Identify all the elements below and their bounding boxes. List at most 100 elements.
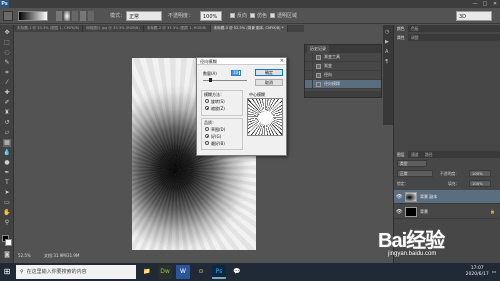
- layer-kind-filter[interactable]: 类型: [397, 160, 427, 167]
- quick-mask-icon[interactable]: ◙: [3, 251, 11, 259]
- eye-icon[interactable]: 👁: [396, 209, 403, 215]
- actions-panel-icon[interactable]: ▶: [385, 39, 391, 45]
- dodge-tool-icon[interactable]: ●: [3, 159, 11, 167]
- history-brush-slot[interactable]: [305, 79, 313, 89]
- zoom-level[interactable]: 52.5%: [18, 253, 31, 258]
- amount-slider-thumb[interactable]: [209, 78, 212, 82]
- taskbar-search-box[interactable]: ⚲ 在这里输入你要搜索的内容: [16, 265, 136, 279]
- layer-row[interactable]: 👁 背景 🔒: [394, 205, 500, 219]
- linear-gradient-icon[interactable]: [56, 11, 62, 21]
- best-radio[interactable]: [205, 141, 209, 145]
- good-radio[interactable]: [205, 134, 209, 138]
- dialog-close-icon[interactable]: ×: [280, 58, 284, 64]
- spin-radio[interactable]: [205, 99, 209, 103]
- maximize-button[interactable]: □: [480, 0, 490, 8]
- quick-select-tool-icon[interactable]: ✎: [3, 59, 11, 67]
- history-brush-tool-icon[interactable]: ↺: [3, 119, 11, 127]
- path-select-tool-icon[interactable]: ➤: [3, 189, 11, 197]
- window-controls: — □ ✕: [470, 0, 500, 8]
- gradient-tool-icon[interactable]: ▦: [3, 139, 11, 147]
- eyedropper-tool-icon[interactable]: ⁄: [3, 79, 11, 87]
- dreamweaver-icon[interactable]: Dw: [158, 265, 172, 279]
- chrome-icon[interactable]: ⊙: [194, 265, 208, 279]
- tab-color[interactable]: 颜色: [394, 25, 408, 32]
- blur-tool-icon[interactable]: 💧: [3, 149, 11, 157]
- tab-document-4[interactable]: 未标题-3 @ 52.5% (背景 副本, CMYK/8) *: [210, 25, 288, 32]
- amount-label: 数量(A): [203, 71, 217, 76]
- layer-name: 背景: [420, 209, 428, 214]
- background-color-swatch[interactable]: [5, 239, 12, 246]
- radial-gradient-icon[interactable]: [64, 11, 70, 21]
- history-item[interactable]: 渐变工具: [305, 52, 381, 62]
- tab-document-1[interactable]: 未标题-1 @ 33.3% (图层 1, CMYK/8): [14, 25, 84, 32]
- zoom-tool-icon[interactable]: ⚲: [3, 219, 11, 227]
- dither-option[interactable]: 仿色: [250, 11, 267, 21]
- dialog-title: 径向模糊: [200, 59, 217, 64]
- fill-input[interactable]: 100%: [469, 180, 491, 187]
- start-button[interactable]: ⊞: [0, 263, 14, 281]
- type-tool-icon[interactable]: T: [3, 179, 11, 187]
- paragraph-panel-icon[interactable]: ¶: [385, 59, 391, 65]
- diamond-gradient-icon[interactable]: [88, 11, 94, 21]
- tab-document-2[interactable]: 网络图片.jpg @ 33.3% (RGB/8): [83, 25, 144, 32]
- photoshop-taskbar-icon[interactable]: Ps: [212, 265, 226, 279]
- layer-row-active[interactable]: 👁 背景 副本: [394, 190, 500, 204]
- zoom-radio[interactable]: [205, 106, 209, 110]
- transparency-option[interactable]: 透明区域: [270, 11, 297, 21]
- blend-mode-select[interactable]: 正常: [397, 170, 433, 177]
- marquee-tool-icon[interactable]: ⬚: [3, 39, 11, 47]
- opacity-input[interactable]: 100%: [200, 11, 222, 21]
- eye-icon[interactable]: 👁: [396, 194, 403, 200]
- shape-tool-icon[interactable]: ▭: [3, 199, 11, 207]
- crop-tool-icon[interactable]: ⌗: [3, 69, 11, 77]
- history-item-active[interactable]: 径向模糊: [305, 79, 381, 89]
- history-brush-slot[interactable]: [305, 52, 313, 62]
- history-panel-icon[interactable]: ◷: [385, 29, 391, 35]
- tab-layers[interactable]: 图层: [394, 151, 408, 158]
- file-explorer-icon[interactable]: 📁: [140, 265, 154, 279]
- history-brush-slot[interactable]: [305, 61, 313, 71]
- notification-icon[interactable]: ▭: [492, 270, 496, 275]
- word-icon[interactable]: W: [176, 265, 190, 279]
- cancel-button[interactable]: 取消: [255, 79, 283, 86]
- stamp-tool-icon[interactable]: ♜: [3, 109, 11, 117]
- tab-properties[interactable]: 属性: [394, 34, 408, 41]
- close-button[interactable]: ✕: [490, 0, 500, 8]
- transparency-checkbox[interactable]: [270, 13, 275, 18]
- dialog-titlebar[interactable]: 径向模糊 ×: [197, 58, 286, 65]
- reverse-checkbox[interactable]: [230, 13, 235, 18]
- menu-bar: Ps — □ ✕: [0, 0, 500, 8]
- tab-document-3[interactable]: 未标题-2 @ 33.3% (图层 1, RGB/8): [144, 25, 211, 32]
- reverse-option[interactable]: 反向: [230, 11, 247, 21]
- tab-channels[interactable]: 通道: [408, 151, 422, 158]
- gradient-picker[interactable]: [18, 11, 48, 21]
- history-item[interactable]: 渐变: [305, 61, 381, 71]
- angle-gradient-icon[interactable]: [72, 11, 78, 21]
- dither-checkbox[interactable]: [250, 13, 255, 18]
- layer-opacity-input[interactable]: 100%: [469, 170, 491, 177]
- workspace-select[interactable]: 3D: [456, 11, 492, 21]
- history-brush-slot[interactable]: [305, 70, 313, 80]
- wechat-icon[interactable]: 💬: [230, 265, 244, 279]
- tab-paths[interactable]: 路径: [422, 151, 436, 158]
- mode-select[interactable]: 正常: [126, 11, 162, 21]
- draft-radio[interactable]: [205, 127, 209, 131]
- clock[interactable]: 17:07 2020/6/17: [466, 266, 489, 278]
- blur-center-preview[interactable]: [247, 98, 283, 136]
- hand-tool-icon[interactable]: ✋: [3, 209, 11, 217]
- minimize-button[interactable]: —: [470, 0, 480, 8]
- history-item[interactable]: 径向: [305, 70, 381, 80]
- pen-tool-icon[interactable]: ✒: [3, 169, 11, 177]
- eraser-tool-icon[interactable]: ▱: [3, 129, 11, 137]
- tab-adjustments[interactable]: 调整: [408, 34, 422, 41]
- lasso-tool-icon[interactable]: ◌: [3, 49, 11, 57]
- brush-tool-icon[interactable]: ✐: [3, 99, 11, 107]
- tool-preset-picker[interactable]: [3, 11, 13, 21]
- healing-tool-icon[interactable]: ✚: [3, 89, 11, 97]
- move-tool-icon[interactable]: ✥: [3, 29, 11, 37]
- ok-button[interactable]: 确定: [255, 69, 283, 76]
- character-panel-icon[interactable]: A: [385, 49, 391, 55]
- tab-swatches[interactable]: 色板: [408, 25, 422, 32]
- amount-input[interactable]: 10: [231, 70, 241, 76]
- reflected-gradient-icon[interactable]: [80, 11, 86, 21]
